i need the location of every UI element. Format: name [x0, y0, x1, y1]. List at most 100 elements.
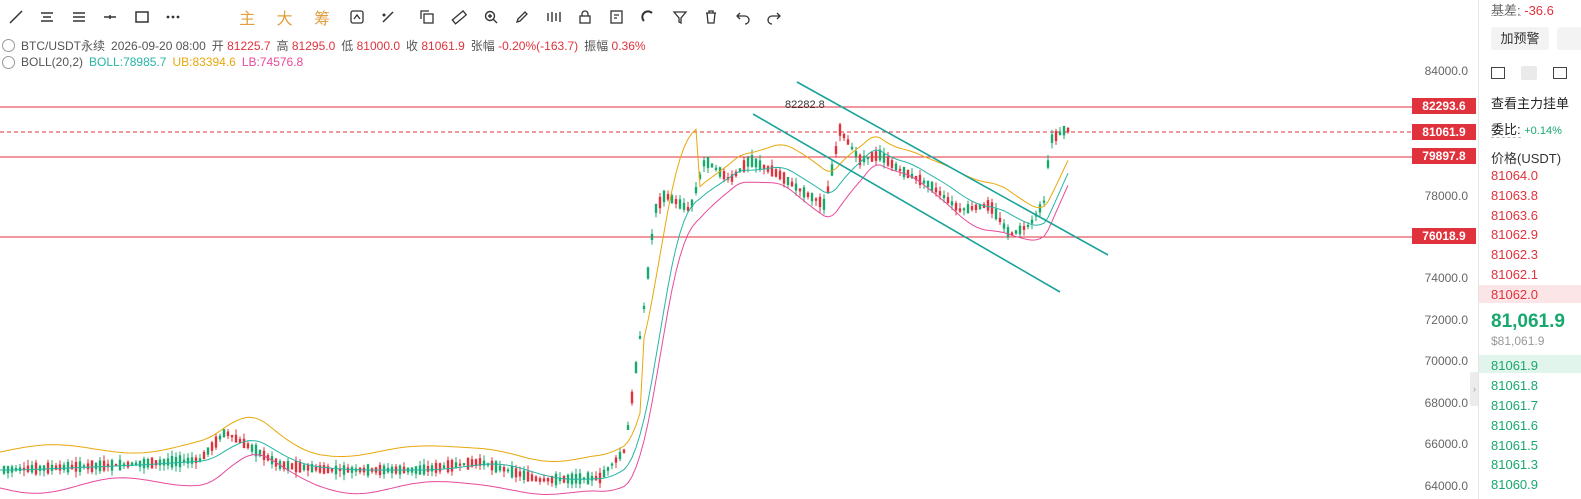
magnet-icon[interactable]	[632, 0, 664, 34]
candle-body	[1030, 219, 1034, 224]
large-button[interactable]: 大	[266, 5, 303, 29]
axis-tick: 66000.0	[1424, 437, 1468, 451]
candle-body	[786, 176, 790, 186]
candle-body	[782, 172, 786, 184]
candle-body	[138, 460, 142, 467]
copy-icon[interactable]	[412, 0, 444, 34]
bid-price[interactable]: 81061.7	[1491, 398, 1538, 413]
candle-body	[306, 465, 310, 471]
boll-ub-value: UB:83394.6	[172, 55, 236, 69]
candle-body	[158, 459, 162, 466]
candle-body	[290, 463, 294, 470]
candle-body	[206, 447, 210, 455]
zoom-in-icon[interactable]	[475, 0, 507, 34]
candle-body	[190, 457, 194, 464]
rectangle-icon[interactable]	[126, 0, 158, 34]
candle-body	[346, 467, 350, 473]
candle-body	[1006, 227, 1010, 237]
candle-body	[998, 217, 1002, 223]
candle-body	[194, 457, 198, 464]
axis-tick: 72000.0	[1424, 313, 1468, 327]
edit-icon[interactable]	[601, 0, 633, 34]
candlestick-chart[interactable]	[0, 0, 1476, 499]
panel-option-button[interactable]	[1557, 27, 1581, 50]
candle-body	[774, 169, 778, 177]
filter-icon[interactable]	[664, 0, 696, 34]
line-tool-icon[interactable]	[0, 0, 32, 34]
ask-price[interactable]: 81062.1	[1491, 267, 1538, 282]
candle-body	[850, 146, 854, 150]
boll-lb-value: LB:74576.8	[241, 55, 304, 69]
candle-body	[918, 174, 922, 186]
candle-body	[530, 474, 534, 481]
more-icon[interactable]	[158, 0, 190, 34]
bid-price[interactable]: 81061.9	[1491, 358, 1538, 373]
candle-body	[450, 459, 454, 472]
ask-price[interactable]: 81062.0	[1491, 287, 1538, 302]
low-label: 低	[341, 39, 354, 53]
ask-price[interactable]: 81062.9	[1491, 227, 1538, 242]
candle-body	[930, 181, 934, 192]
visibility-toggle-icon[interactable]	[2, 55, 15, 69]
candle-body	[886, 156, 890, 166]
last-price-usd: $81,061.9	[1491, 334, 1545, 348]
chart-area[interactable]: 主 大 筹 BTC/USDT永续 2026-09-20 08:00 开 8122…	[0, 0, 1476, 499]
bid-price[interactable]: 81060.9	[1491, 477, 1538, 492]
candle-body	[954, 202, 958, 211]
bid-price[interactable]: 81061.3	[1491, 457, 1538, 472]
candle-body	[650, 233, 654, 241]
candle-body	[542, 478, 546, 482]
main-orders-link[interactable]: 查看主力挂单	[1491, 93, 1569, 112]
candle-body	[218, 435, 222, 440]
candle-body	[966, 204, 970, 214]
parallel-lines-icon[interactable]	[63, 0, 95, 34]
candle-body	[230, 435, 234, 438]
ask-price[interactable]: 81063.8	[1491, 188, 1538, 203]
candle-body	[906, 170, 910, 178]
undo-icon[interactable]	[727, 0, 759, 34]
level-tag[interactable]: 76018.9	[1412, 228, 1476, 244]
bid-price[interactable]: 81061.5	[1491, 438, 1538, 453]
candle-body	[882, 153, 886, 163]
bid-price[interactable]: 81061.8	[1491, 378, 1538, 393]
candle-body	[586, 472, 590, 485]
axis-tick: 78000.0	[1424, 189, 1468, 203]
ask-price[interactable]: 81063.6	[1491, 208, 1538, 223]
candle-body	[86, 463, 90, 470]
candle-body	[946, 197, 950, 203]
candle-body	[610, 463, 614, 466]
orderbook-bids-icon[interactable]	[1521, 66, 1537, 80]
ask-price[interactable]: 81064.0	[1491, 168, 1538, 183]
delete-icon[interactable]	[695, 0, 727, 34]
candle-body	[178, 455, 182, 468]
candle-body	[110, 459, 114, 471]
pattern-icon[interactable]	[538, 0, 570, 34]
bid-price[interactable]: 81061.6	[1491, 418, 1538, 433]
candle-body	[166, 458, 170, 466]
replay-icon[interactable]	[341, 0, 373, 34]
visibility-toggle-icon[interactable]	[2, 39, 15, 52]
main-button[interactable]: 主	[229, 5, 266, 29]
candle-body	[790, 181, 794, 187]
measure-icon[interactable]	[372, 0, 404, 34]
orderbook-asks-icon[interactable]	[1553, 67, 1567, 79]
horizontal-line-icon[interactable]	[95, 0, 127, 34]
pen-icon[interactable]	[506, 0, 538, 34]
add-alert-button[interactable]: 加预警	[1491, 27, 1549, 50]
candle-body	[890, 160, 894, 168]
chips-button[interactable]: 筹	[303, 5, 340, 29]
boll-middle-band	[0, 149, 1069, 480]
candle-body	[174, 456, 178, 467]
candle-body	[710, 163, 714, 168]
orderbook-both-icon[interactable]	[1491, 67, 1505, 79]
candle-body	[498, 465, 502, 471]
candle-body	[50, 464, 54, 471]
level-tag[interactable]: 82293.6	[1412, 98, 1476, 114]
lock-icon[interactable]	[569, 0, 601, 34]
ask-price[interactable]: 81062.3	[1491, 247, 1538, 262]
redo-icon[interactable]	[758, 0, 790, 34]
multi-line-tool-icon[interactable]	[32, 0, 64, 34]
level-tag[interactable]: 79897.8	[1412, 148, 1476, 164]
amplitude-label: 振幅	[584, 39, 609, 53]
ruler-icon[interactable]	[443, 0, 475, 34]
